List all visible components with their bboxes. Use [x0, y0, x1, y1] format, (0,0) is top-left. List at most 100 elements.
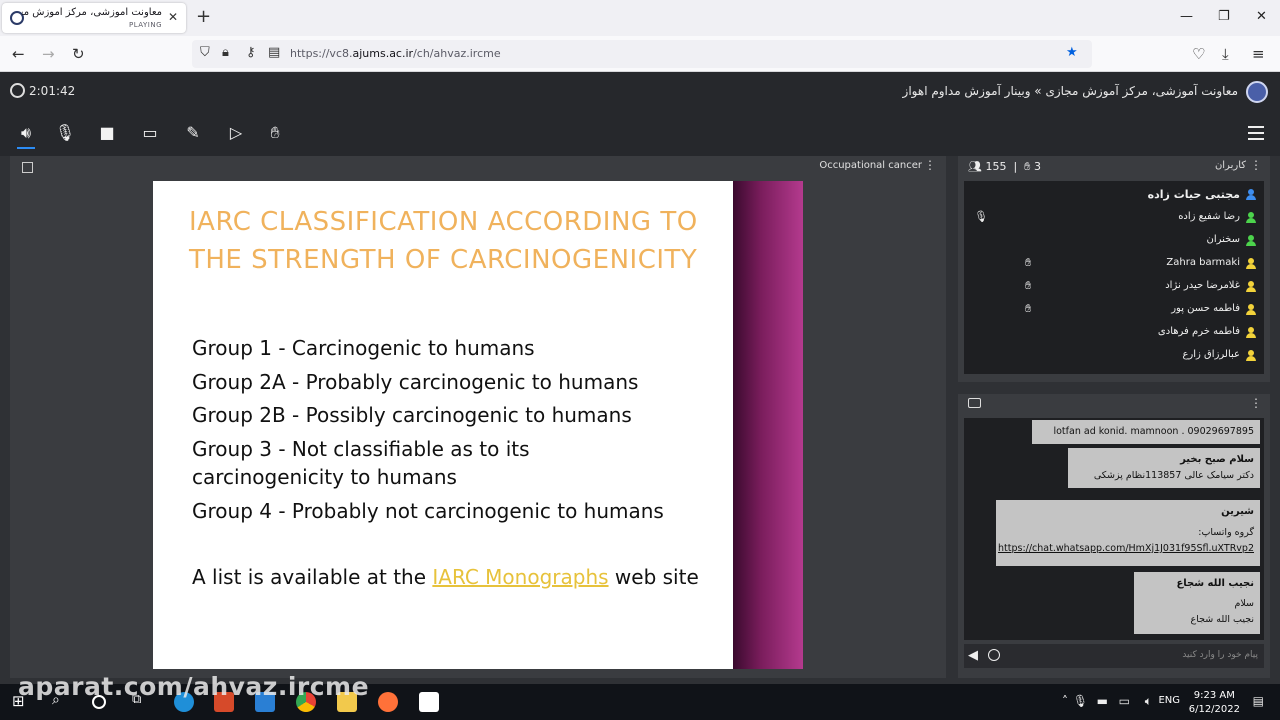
notifications-icon[interactable]: ▤	[1253, 694, 1264, 708]
speaker-icon[interactable]: 🔊︎	[15, 123, 37, 149]
mic-icon: 🎙︎	[974, 210, 988, 223]
language-indicator[interactable]: ENG	[1158, 695, 1180, 706]
user-row[interactable]: عبالرزاق زارع	[964, 345, 1264, 367]
users-more-icon[interactable]: ⋮	[1250, 158, 1262, 172]
chat-placeholder: پیام خود را وارد کنید	[1182, 650, 1258, 660]
slide-bullet: Group 2B - Possibly carcinogenic to huma…	[192, 403, 632, 427]
tray-network-icon[interactable]: ▭	[1119, 694, 1130, 708]
chat-message: نجیب الله شجاع سلام نجیب الله شجاع	[1134, 572, 1260, 634]
tray-battery-icon[interactable]: ▬	[1097, 694, 1108, 708]
emoji-icon[interactable]	[988, 649, 1000, 661]
chat-message: lotfan ad konid. mamnoon . 09029697895	[1032, 420, 1260, 444]
presentation-icon[interactable]: ▷	[225, 123, 247, 142]
user-list: مجتبی حیات زاده 🎙︎ رضا شفیع زاده سخنران ✋…	[964, 181, 1264, 374]
mic-muted-icon[interactable]: 🎙︎	[54, 123, 76, 142]
slide-bullet: Group 1 - Carcinogenic to humans	[192, 336, 535, 360]
firefox-icon[interactable]	[378, 692, 398, 712]
university-logo	[1246, 81, 1268, 103]
slide-bullet: Group 2A - Probably carcinogenic to huma…	[192, 370, 639, 394]
app-c-icon[interactable]	[419, 692, 439, 712]
chat-message: شیرین گروه واتساپ: https://chat.whatsapp.…	[996, 500, 1260, 566]
raised-hand-icon: ✋︎	[1025, 256, 1032, 269]
page-info-icon[interactable]: ▤	[268, 45, 280, 60]
downloads-icon[interactable]: ⤓	[1222, 45, 1229, 63]
chat-panel: ⋮ lotfan ad konid. mamnoon . 09029697895…	[958, 394, 1270, 678]
key-icon[interactable]: ⚷	[246, 45, 256, 60]
user-row[interactable]: مجتبی حیات زاده	[964, 184, 1264, 206]
browser-tab-bar: معاونت آموزشی، مرکز آموزش مجازی PLAYING …	[0, 0, 1280, 36]
breadcrumb: معاونت آموزشی، مرکز آموزش مجازی » وبینار…	[902, 84, 1238, 98]
tab-playing-label: PLAYING	[128, 21, 162, 29]
browser-tab[interactable]: معاونت آموزشی، مرکز آموزش مجازی PLAYING …	[2, 3, 186, 33]
close-window-button[interactable]: ✕	[1256, 9, 1267, 24]
user-row[interactable]: ✋︎ فاطمه حسن پور	[964, 299, 1264, 321]
pocket-icon[interactable]: ♡	[1192, 45, 1205, 63]
session-timer: 2:01:42	[10, 83, 75, 98]
close-tab-icon[interactable]: ✕	[168, 10, 178, 24]
url-text[interactable]: https://vc8.ajums.ac.ir/ch/ahvaz.ircme	[290, 47, 501, 60]
slide-footer: A list is available at the IARC Monograp…	[192, 565, 699, 589]
slide: IARC CLASSIFICATION ACCORDING TO THE STRE…	[153, 181, 803, 669]
presentation-panel: Occupational cancer ⋮ IARC CLASSIFICATIO…	[10, 156, 946, 678]
chat-icon	[968, 398, 981, 408]
restore-window-button[interactable]: ❐	[1218, 9, 1230, 24]
user-icon	[1246, 350, 1256, 361]
bookmark-star-icon[interactable]: ★	[1066, 45, 1078, 60]
chat-messages[interactable]: lotfan ad konid. mamnoon . 09029697895 س…	[964, 418, 1264, 640]
users-header: 👥︎ 155 | ✋︎ 3 کاربران ⋮	[958, 156, 1270, 180]
user-row[interactable]: ✋︎ Zahra barmaki	[964, 253, 1264, 275]
user-icon	[1246, 327, 1256, 338]
user-row[interactable]: سخنران	[964, 230, 1264, 252]
raise-hand-icon[interactable]: ✋︎	[264, 123, 286, 143]
whatsapp-link[interactable]: https://chat.whatsapp.com/HmXj1J031f95Sf…	[998, 543, 1254, 554]
tab-title: معاونت آموزشی، مرکز آموزش مجازی	[22, 7, 162, 18]
browser-menu-icon[interactable]: ≡	[1252, 45, 1265, 63]
new-tab-button[interactable]: +	[196, 8, 211, 26]
brush-icon[interactable]: ✎	[182, 123, 204, 142]
slide-bullet: Group 3 - Not classifiable as to its car…	[192, 437, 530, 489]
user-counts: 👥︎ 155 | ✋︎ 3	[968, 160, 1041, 173]
lock-icon[interactable]: 🔒︎	[222, 45, 229, 60]
watermark-text: aparat.com/ahvaz.ircme	[18, 672, 370, 701]
slide-heading: IARC CLASSIFICATION ACCORDING TO THE STRE…	[189, 207, 698, 275]
raised-hand-icon: ✋︎	[1025, 302, 1032, 315]
clock-icon	[10, 83, 25, 98]
user-icon	[1246, 281, 1256, 292]
chat-message: سلام صبح بخیر دکتر سیامک عالی 113857نظام …	[1068, 448, 1260, 488]
minimize-window-button[interactable]: —	[1180, 9, 1193, 24]
hamburger-menu-icon[interactable]	[1248, 126, 1264, 144]
tray-mic-icon[interactable]: 🎙︎	[1073, 694, 1088, 708]
chat-more-icon[interactable]: ⋮	[1250, 396, 1262, 410]
tray-chevron-icon[interactable]: ˄	[1062, 694, 1068, 708]
chat-input[interactable]: ◀ پیام خود را وارد کنید	[964, 644, 1264, 668]
more-options-icon[interactable]: ⋮	[924, 158, 936, 172]
camera-icon[interactable]: ■	[96, 123, 118, 142]
user-icon	[1246, 258, 1256, 269]
user-icon	[1246, 189, 1256, 200]
tray-volume-icon[interactable]: 🔈︎	[1145, 694, 1152, 709]
user-icon	[1246, 304, 1256, 315]
screen-share-icon[interactable]: ▭	[139, 123, 161, 142]
back-icon[interactable]: ←	[12, 45, 25, 63]
users-title: کاربران	[1214, 160, 1246, 171]
slide-decoration	[733, 181, 803, 669]
user-icon	[1246, 235, 1256, 246]
app-header: 2:01:42 معاونت آموزشی، مرکز آموزش مجازی …	[0, 72, 1280, 112]
address-bar[interactable]: ⛉ 🔒︎ ⚷ ▤ https://vc8.ajums.ac.ir/ch/ahva…	[192, 40, 1092, 68]
slide-bullet: Group 4 - Probably not carcinogenic to h…	[192, 499, 664, 523]
users-panel: 👥︎ 155 | ✋︎ 3 کاربران ⋮ مجتبی حیات زاده …	[958, 156, 1270, 382]
minimize-panel-icon[interactable]	[22, 162, 33, 173]
send-icon[interactable]: ◀	[968, 648, 978, 663]
app-toolbar: 🔊︎ 🎙︎ ■ ▭ ✎ ▷ ✋︎	[0, 112, 1280, 156]
shield-icon[interactable]: ⛉	[200, 45, 210, 60]
reload-icon[interactable]: ↻	[72, 45, 85, 63]
forward-icon[interactable]: →	[42, 45, 55, 63]
raised-hand-icon: ✋︎	[1025, 279, 1032, 292]
presentation-title: Occupational cancer	[819, 160, 922, 171]
user-row[interactable]: فاطمه خرم فرهادی	[964, 322, 1264, 344]
user-icon	[1246, 212, 1256, 223]
user-row[interactable]: 🎙︎ رضا شفیع زاده	[964, 207, 1264, 229]
iarc-monographs-link[interactable]: IARC Monographs	[432, 565, 608, 589]
user-row[interactable]: ✋︎ غلامرضا حیدر نژاد	[964, 276, 1264, 298]
system-clock[interactable]: 9:23 AM 6/12/2022	[1189, 689, 1240, 717]
